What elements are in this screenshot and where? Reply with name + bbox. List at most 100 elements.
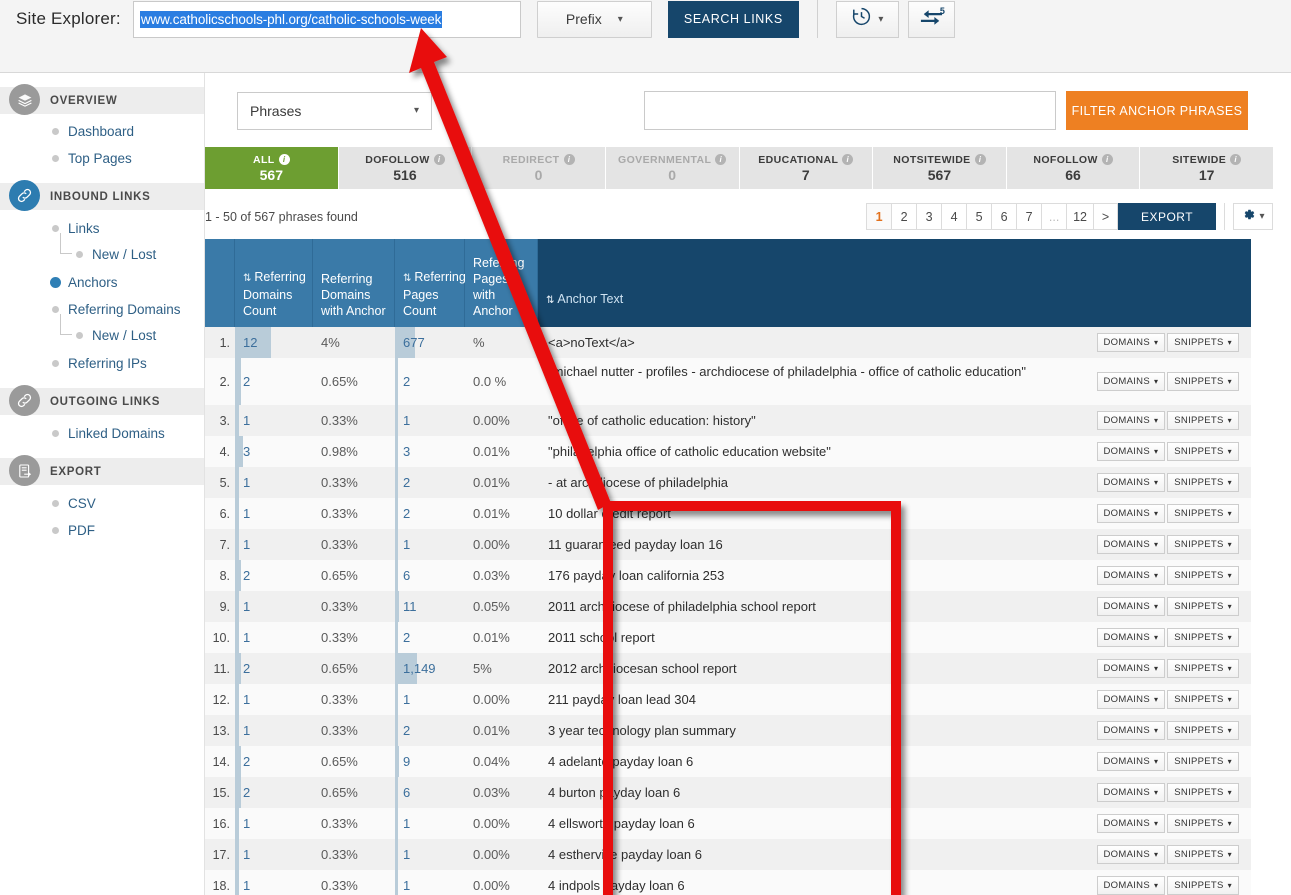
- snippets-dropdown-button[interactable]: SNIPPETS ▾: [1167, 876, 1239, 895]
- url-input[interactable]: www.catholicschools-phl.org/catholic-sch…: [132, 0, 521, 38]
- sidebar-group-overview[interactable]: OVERVIEW: [0, 84, 204, 115]
- domains-dropdown-button[interactable]: DOMAINS ▾: [1096, 752, 1166, 771]
- search-links-button[interactable]: SEARCH LINKS: [667, 0, 799, 38]
- snippets-dropdown-button[interactable]: SNIPPETS ▾: [1167, 566, 1239, 585]
- snippets-dropdown-button[interactable]: SNIPPETS ▾: [1167, 597, 1239, 616]
- snippets-dropdown-button[interactable]: SNIPPETS ▾: [1167, 411, 1239, 430]
- history-button[interactable]: ▾: [835, 0, 899, 38]
- snippets-dropdown-button[interactable]: SNIPPETS ▾: [1167, 845, 1239, 864]
- table-header-referring-pages-with-anchor[interactable]: Referring Pages with Anchor: [465, 239, 538, 327]
- table-header-referring-domains-with-anchor[interactable]: Referring Domains with Anchor: [313, 239, 395, 327]
- sidebar-item-label[interactable]: Referring Domains: [68, 302, 181, 317]
- cell-referring-domains-count[interactable]: 2: [235, 777, 313, 808]
- cell-referring-domains-count[interactable]: 2: [235, 358, 313, 405]
- sidebar-item-label[interactable]: CSV: [68, 496, 96, 511]
- snippets-dropdown-button[interactable]: SNIPPETS ▾: [1167, 814, 1239, 833]
- table-row[interactable]: 8. 2 0.65% 6 0.03% 176 payday loan california…: [205, 560, 1251, 591]
- sort-icon[interactable]: ⇅: [243, 273, 251, 284]
- cell-referring-domains-count[interactable]: 1: [235, 870, 313, 895]
- snippets-dropdown-button[interactable]: SNIPPETS ▾: [1167, 504, 1239, 523]
- page-button-1[interactable]: 1: [866, 203, 892, 230]
- tab-redirect[interactable]: REDIRECT i 0: [472, 147, 606, 189]
- table-row[interactable]: 9. 1 0.33% 11 0.05% 2011 archdiocese of phila…: [205, 591, 1251, 622]
- cell-referring-pages-count[interactable]: 1: [395, 684, 465, 715]
- info-icon[interactable]: i: [1230, 154, 1242, 165]
- settings-button[interactable]: ▾: [1233, 203, 1273, 230]
- info-icon[interactable]: i: [433, 154, 445, 165]
- cell-referring-domains-count[interactable]: 1: [235, 467, 313, 498]
- snippets-dropdown-button[interactable]: SNIPPETS ▾: [1167, 535, 1239, 554]
- cell-referring-domains-count[interactable]: 2: [235, 560, 313, 591]
- domains-dropdown-button[interactable]: DOMAINS ▾: [1096, 566, 1166, 585]
- domains-dropdown-button[interactable]: DOMAINS ▾: [1096, 372, 1166, 391]
- sidebar-item-label[interactable]: PDF: [68, 523, 95, 538]
- table-row[interactable]: 6. 1 0.33% 2 0.01% 10 dollar credit report DOM…: [205, 498, 1251, 529]
- domains-dropdown-button[interactable]: DOMAINS ▾: [1096, 876, 1166, 895]
- table-row[interactable]: 10. 1 0.33% 2 0.01% 2011 school report DOMAINS…: [205, 622, 1251, 653]
- cell-referring-pages-count[interactable]: 9: [395, 746, 465, 777]
- tab-dofollow[interactable]: DOFOLLOW i 516: [338, 147, 473, 189]
- cell-referring-pages-count[interactable]: 1,149: [395, 653, 465, 684]
- cell-referring-pages-count[interactable]: 2: [395, 622, 465, 653]
- sidebar-item-referring-ips[interactable]: Referring IPs: [0, 352, 204, 375]
- info-icon[interactable]: i: [715, 154, 727, 165]
- cell-referring-domains-count[interactable]: 1: [235, 684, 313, 715]
- snippets-dropdown-button[interactable]: SNIPPETS ▾: [1167, 783, 1239, 802]
- domains-dropdown-button[interactable]: DOMAINS ▾: [1096, 411, 1166, 430]
- cell-referring-pages-count[interactable]: 2: [395, 358, 465, 405]
- table-header-referring-domains-count[interactable]: ⇅ Referring Domains Count: [235, 239, 313, 327]
- domains-dropdown-button[interactable]: DOMAINS ▾: [1096, 442, 1166, 461]
- sidebar-group-export[interactable]: EXPORT: [0, 455, 204, 486]
- sidebar-item-links-new-lost[interactable]: New / Lost: [0, 233, 204, 266]
- snippets-dropdown-button[interactable]: SNIPPETS ▾: [1167, 659, 1239, 678]
- snippets-dropdown-button[interactable]: SNIPPETS ▾: [1167, 333, 1239, 352]
- cell-referring-domains-count[interactable]: 1: [235, 591, 313, 622]
- sidebar-item-label[interactable]: Referring IPs: [68, 356, 147, 371]
- domains-dropdown-button[interactable]: DOMAINS ▾: [1096, 783, 1166, 802]
- snippets-dropdown-button[interactable]: SNIPPETS ▾: [1167, 442, 1239, 461]
- domains-dropdown-button[interactable]: DOMAINS ▾: [1096, 690, 1166, 709]
- snippets-dropdown-button[interactable]: SNIPPETS ▾: [1167, 372, 1239, 391]
- table-row[interactable]: 17. 1 0.33% 1 0.00% 4 estherville payday loan…: [205, 839, 1251, 870]
- domains-dropdown-button[interactable]: DOMAINS ▾: [1096, 814, 1166, 833]
- page-button-12[interactable]: 12: [1066, 203, 1093, 230]
- domains-dropdown-button[interactable]: DOMAINS ▾: [1096, 721, 1166, 740]
- sidebar-item-label-new[interactable]: New: [92, 328, 119, 343]
- table-header-anchor-text[interactable]: ⇅ Anchor Text: [538, 239, 1251, 327]
- cell-referring-pages-count[interactable]: 1: [395, 405, 465, 436]
- sort-icon[interactable]: ⇅: [403, 273, 411, 284]
- page-button-6[interactable]: 6: [991, 203, 1017, 230]
- snippets-dropdown-button[interactable]: SNIPPETS ▾: [1167, 628, 1239, 647]
- sidebar-item-label[interactable]: Anchors: [68, 275, 118, 290]
- page-button-5[interactable]: 5: [966, 203, 992, 230]
- sidebar-item-dashboard[interactable]: Dashboard: [0, 120, 204, 143]
- cell-referring-pages-count[interactable]: 1: [395, 808, 465, 839]
- sidebar-item-label[interactable]: Dashboard: [68, 124, 134, 139]
- cell-referring-pages-count[interactable]: 2: [395, 467, 465, 498]
- table-row[interactable]: 12. 1 0.33% 1 0.00% 211 payday loan lead 304 D…: [205, 684, 1251, 715]
- domains-dropdown-button[interactable]: DOMAINS ▾: [1096, 504, 1166, 523]
- sidebar-item-csv[interactable]: CSV: [0, 492, 204, 515]
- sidebar-item-pdf[interactable]: PDF: [0, 519, 204, 542]
- anchor-phrase-input[interactable]: [644, 91, 1056, 130]
- info-icon[interactable]: i: [1101, 154, 1113, 165]
- table-row[interactable]: 13. 1 0.33% 2 0.01% 3 year technology plan su…: [205, 715, 1251, 746]
- sidebar-item-linked-domains[interactable]: Linked Domains: [0, 422, 204, 445]
- cell-referring-domains-count[interactable]: 1: [235, 808, 313, 839]
- cell-referring-pages-count[interactable]: 2: [395, 498, 465, 529]
- cell-referring-domains-count[interactable]: 12: [235, 327, 313, 358]
- sidebar-item-links[interactable]: Links: [0, 217, 204, 240]
- info-icon[interactable]: i: [278, 154, 290, 165]
- tab-sitewide[interactable]: SITEWIDE i 17: [1140, 147, 1273, 189]
- tab-nofollow[interactable]: NOFOLLOW i 66: [1006, 147, 1141, 189]
- sidebar-item-label-lost[interactable]: Lost: [131, 247, 157, 262]
- snippets-dropdown-button[interactable]: SNIPPETS ▾: [1167, 721, 1239, 740]
- cell-referring-pages-count[interactable]: 1: [395, 839, 465, 870]
- sidebar-item-label-new[interactable]: New: [92, 247, 119, 262]
- table-row[interactable]: 3. 1 0.33% 1 0.00% "office of catholic educat…: [205, 405, 1251, 436]
- page-next-button[interactable]: >: [1093, 203, 1118, 230]
- cell-referring-domains-count[interactable]: 1: [235, 839, 313, 870]
- cell-referring-pages-count[interactable]: 1: [395, 870, 465, 895]
- table-row[interactable]: 1. 12 4% 677% <a>noText</a> DOMAINS ▾ SNIPPETS ▾: [205, 327, 1251, 358]
- domains-dropdown-button[interactable]: DOMAINS ▾: [1096, 845, 1166, 864]
